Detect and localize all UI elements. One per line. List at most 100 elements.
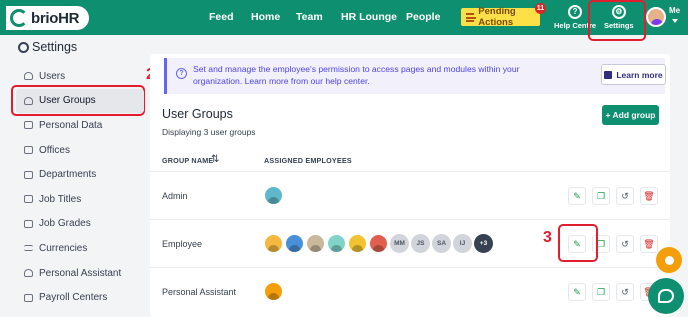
table-row[interactable]: Admin ✎ ❐ ↺ 🗑 xyxy=(150,171,670,219)
info-text: Set and manage the employee's permission… xyxy=(193,64,520,86)
group-name: Admin xyxy=(162,191,188,201)
book-icon xyxy=(604,70,613,79)
annotation-box-settings xyxy=(588,0,646,41)
group-name: Employee xyxy=(162,239,203,249)
chevron-down-icon[interactable] xyxy=(672,19,678,23)
payroll-icon xyxy=(24,293,33,302)
more-employees-badge[interactable]: +3 xyxy=(474,234,493,253)
table-row[interactable]: Personal Assistant ✎ ❐ ↺ 🗑 xyxy=(150,267,670,315)
sidebar-item-user-groups[interactable]: User Groups xyxy=(16,88,144,114)
users-icon xyxy=(24,72,33,81)
employee-avatar[interactable] xyxy=(369,234,388,253)
pending-actions-button[interactable]: Pending Actions xyxy=(461,6,540,28)
sidebar-item-label: User Groups xyxy=(39,95,96,107)
employee-initials[interactable]: IJ xyxy=(453,234,472,253)
employee-avatar[interactable] xyxy=(264,186,283,205)
job-title-icon xyxy=(24,195,33,204)
employee-initials[interactable]: MM xyxy=(390,234,409,253)
help-icon: ? xyxy=(176,68,187,79)
sidebar-item-job-titles[interactable]: Job Titles xyxy=(16,187,144,212)
group-name: Personal Assistant xyxy=(162,287,237,297)
assigned-employees: MM JS SA IJ +3 xyxy=(264,234,495,253)
delete-icon[interactable]: 🗑 xyxy=(640,235,658,253)
page-title: Settings xyxy=(18,40,77,54)
me-label[interactable]: Me xyxy=(669,6,680,15)
sidebar-item-label: Personal Data xyxy=(39,119,103,131)
me-avatar[interactable] xyxy=(646,7,666,27)
employee-avatar[interactable] xyxy=(306,234,325,253)
help-icon: ? xyxy=(568,5,583,19)
assigned-employees xyxy=(264,186,285,205)
sidebar-item-offices[interactable]: Offices xyxy=(16,138,144,163)
nav-team[interactable]: Team xyxy=(296,11,323,23)
employee-avatar[interactable] xyxy=(348,234,367,253)
employee-avatar[interactable] xyxy=(264,282,283,301)
sidebar-item-departments[interactable]: Departments xyxy=(16,162,144,187)
chat-fab-button[interactable] xyxy=(648,278,684,314)
personal-data-icon xyxy=(24,121,33,130)
chat-icon xyxy=(658,289,674,303)
brio-logo[interactable]: brioHR xyxy=(6,6,90,30)
annotation-step-3: 3 xyxy=(543,229,552,246)
learn-more-button[interactable]: Learn more xyxy=(601,64,666,85)
row-actions: ✎ ❐ ↺ 🗑 xyxy=(568,187,664,205)
sidebar-item-personal-data[interactable]: Personal Data xyxy=(16,113,144,138)
sidebar-item-payroll-centers[interactable]: Payroll Centers xyxy=(16,285,144,310)
employee-avatar[interactable] xyxy=(285,234,304,253)
sidebar-item-label: Offices xyxy=(39,144,70,156)
list-icon xyxy=(466,12,477,22)
employee-avatar[interactable] xyxy=(264,234,283,253)
nav-people[interactable]: People xyxy=(406,11,440,23)
profile-fab-button[interactable] xyxy=(656,247,682,273)
employee-avatar[interactable] xyxy=(327,234,346,253)
job-grade-icon xyxy=(24,219,33,228)
annotation-box-edit xyxy=(558,224,598,262)
column-header-assigned-employees: ASSIGNED EMPLOYEES xyxy=(264,156,352,165)
user-icon xyxy=(664,255,674,265)
learn-more-label: Learn more xyxy=(616,69,663,80)
user-groups-icon xyxy=(24,96,33,105)
section-title: User Groups xyxy=(162,107,233,121)
sidebar-item-label: Departments xyxy=(39,169,97,181)
sidebar-item-label: Personal Assistant xyxy=(39,267,122,279)
assistant-icon xyxy=(24,269,33,278)
copy-icon[interactable]: ❐ xyxy=(592,187,610,205)
delete-icon[interactable]: 🗑 xyxy=(640,187,658,205)
sidebar-item-label: Payroll Centers xyxy=(39,292,108,304)
logo-text: brioHR xyxy=(31,9,80,27)
history-icon[interactable]: ↺ xyxy=(616,235,634,253)
sidebar-item-currencies[interactable]: Currencies xyxy=(16,236,144,261)
employee-initials[interactable]: SA xyxy=(432,234,451,253)
user-groups-panel: ? Set and manage the employee's permissi… xyxy=(150,54,670,317)
department-icon xyxy=(24,170,33,179)
sort-icon[interactable]: ⇅ xyxy=(211,154,219,165)
logo-mark-icon xyxy=(10,9,28,27)
add-group-button[interactable]: + Add group xyxy=(602,105,659,125)
page-title-text: Settings xyxy=(32,40,78,54)
sidebar-item-label: Users xyxy=(39,70,66,82)
sidebar-item-job-grades[interactable]: Job Grades xyxy=(16,212,144,237)
pending-actions-label: Pending Actions xyxy=(478,6,516,28)
currency-icon xyxy=(24,245,33,252)
column-header-group-name[interactable]: GROUP NAME xyxy=(162,156,213,165)
edit-icon[interactable]: ✎ xyxy=(568,283,586,301)
nav-feed[interactable]: Feed xyxy=(209,11,234,23)
history-icon[interactable]: ↺ xyxy=(616,283,634,301)
assigned-employees xyxy=(264,282,285,301)
office-icon xyxy=(24,146,33,155)
group-count-text: Displaying 3 user groups xyxy=(162,127,256,137)
history-icon[interactable]: ↺ xyxy=(616,187,634,205)
edit-icon[interactable]: ✎ xyxy=(568,187,586,205)
sidebar-item-personal-assistant[interactable]: Personal Assistant xyxy=(16,261,144,286)
nav-hr-lounge[interactable]: HR Lounge xyxy=(341,11,397,23)
copy-icon[interactable]: ❐ xyxy=(592,283,610,301)
sidebar-item-label: Job Grades xyxy=(39,218,91,230)
gear-icon xyxy=(18,41,29,53)
employee-initials[interactable]: JS xyxy=(411,234,430,253)
pending-count-badge: 11 xyxy=(535,3,546,14)
settings-sidebar: Users User Groups Personal Data Offices … xyxy=(16,64,144,310)
top-navbar: brioHR Feed Home Team HR Lounge People P… xyxy=(0,0,688,35)
sidebar-item-users[interactable]: Users xyxy=(16,64,144,89)
nav-home[interactable]: Home xyxy=(251,11,280,23)
sidebar-item-label: Job Titles xyxy=(39,193,82,205)
